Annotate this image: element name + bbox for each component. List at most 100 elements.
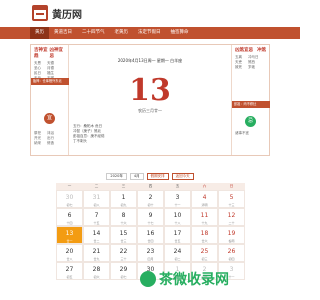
calendar-controls: 2020年 4月 假期安排 返回今天 [30, 172, 270, 180]
lunar-day: 初八 [93, 203, 100, 207]
calendar-day[interactable]: 25 初三 [191, 244, 218, 262]
nav-item-huangli[interactable]: 黄历 [30, 27, 49, 39]
calendar-day[interactable]: 31 初八 [83, 190, 110, 208]
day-number: 2 [148, 194, 153, 201]
lunar-day: 十一 [174, 203, 181, 207]
day-number: 15 [119, 230, 128, 237]
lunar-day: 初三 [201, 257, 208, 261]
calendar-day[interactable]: 16 廿四 [137, 226, 164, 244]
watermark-logo-icon [140, 271, 156, 287]
ji-title: 凶神宜忌 [49, 48, 64, 59]
lunar-day: 三十 [120, 257, 127, 261]
holiday-button[interactable]: 假期安排 [146, 172, 169, 180]
calendar-day[interactable]: 5 十三 [218, 190, 245, 208]
logo[interactable]: 黄历网 [32, 4, 82, 22]
calendar-day[interactable]: 11 十九 [191, 208, 218, 226]
calendar-day[interactable]: 22 三十 [110, 244, 137, 262]
calendar-day[interactable]: 23 四月 [137, 244, 164, 262]
nav-item-holidays[interactable]: 法定节假日 [133, 27, 166, 39]
taishen-band: 胎神：仓库栖外东北 [31, 78, 69, 85]
chong-title: 冲煞 [257, 48, 266, 53]
calendar-day[interactable]: 28 初六 [83, 262, 110, 280]
weekday-label: 二 [94, 184, 99, 188]
calendar-day[interactable]: 7 十五 [83, 208, 110, 226]
calendar-day[interactable]: 20 廿八 [56, 244, 83, 262]
calendar-day[interactable]: 21 廿九 [83, 244, 110, 262]
nav-item-jiri[interactable]: 黄道吉日 [49, 27, 77, 39]
bad-god: 致死 [235, 65, 242, 69]
day-number: 16 [146, 230, 155, 237]
page: 黄历网 黄历 黄道吉日 二十四节气 老黄历 法定节假日 抽签算命 吉神宜趋 凶神… [0, 0, 300, 300]
pengzu-band: 彭祖：丙不修灶 [232, 101, 270, 108]
today-button[interactable]: 返回今天 [171, 172, 194, 180]
nav-item-laohuangli[interactable]: 老黄历 [110, 27, 134, 39]
day-number: 17 [173, 230, 182, 237]
day-number: 11 [200, 212, 209, 219]
calendar-day[interactable]: 4 清明 [191, 190, 218, 208]
day-number: 14 [92, 230, 101, 237]
lunar-day: 初七 [120, 275, 127, 279]
calendar-day[interactable]: 9 十七 [137, 208, 164, 226]
calendar-day[interactable]: 17 廿五 [164, 226, 191, 244]
calendar-day[interactable]: 15 廿三 [110, 226, 137, 244]
calendar-day[interactable]: 2 初十 [137, 190, 164, 208]
bad-god: 岁破 [248, 65, 255, 69]
lunar-day: 初七 [66, 203, 73, 207]
lunar-day: 初十 [147, 203, 154, 207]
almanac-panel: 吉神宜趋 凶神宜忌 天恩 圣心 民日 天马 天德 月德 福生 玉堂 胎神：仓库栖… [30, 44, 270, 156]
calendar-day[interactable]: 8 十六 [110, 208, 137, 226]
lunar-day: 十九 [201, 221, 208, 225]
yi-seal: 宜 [44, 113, 55, 124]
day-number: 22 [119, 248, 128, 255]
day-number: 30 [65, 194, 74, 201]
lunar-date: 农历三月廿一 [138, 108, 162, 113]
calendar-day[interactable]: 12 二十 [218, 208, 245, 226]
weekday-label: 四 [148, 184, 153, 188]
lunar-day: 廿二 [93, 239, 100, 243]
lunar-day: 四月 [147, 257, 154, 261]
month-select[interactable]: 4月 [129, 172, 144, 180]
calendar-day[interactable]: 10 十八 [164, 208, 191, 226]
day-number: 18 [200, 230, 209, 237]
calendar-day[interactable]: 19 谷雨 [218, 226, 245, 244]
day-number: 28 [92, 266, 101, 273]
calendar-day[interactable]: 3 十一 [164, 190, 191, 208]
day-number: 5 [229, 194, 234, 201]
calendar-day[interactable]: 1 初九 [110, 190, 137, 208]
nav-item-jieqi[interactable]: 二十四节气 [77, 27, 110, 39]
right-panel: 凶煞宜忌 冲煞 五离 天吏 致死 冲马日 煞西 岁破 彭祖：丙不修灶 忌 诸事不… [231, 45, 270, 155]
lunar-day: 廿六 [201, 239, 208, 243]
day-number: 29 [119, 266, 128, 273]
day-number: 19 [227, 230, 236, 237]
brand-name: 黄历网 [52, 9, 82, 21]
lunar-day: 廿八 [66, 257, 73, 261]
weekday-label: 五 [175, 184, 180, 188]
weekday-label: 日 [229, 184, 234, 188]
calendar-day[interactable]: 24 初二 [164, 244, 191, 262]
calendar-day[interactable]: 6 十四 [56, 208, 83, 226]
nav-item-fortune[interactable]: 抽签算命 [166, 27, 194, 39]
lunar-day: 初五 [66, 275, 73, 279]
weekday-label: 三 [121, 184, 126, 188]
calendar-day[interactable]: 14 廿二 [83, 226, 110, 244]
day-number: 1 [121, 194, 126, 201]
day-number: 6 [67, 212, 72, 219]
main-nav: 黄历 黄道吉日 二十四节气 老黄历 法定节假日 抽签算命 [0, 27, 300, 39]
calendar-day[interactable]: 29 初七 [110, 262, 137, 280]
month-calendar: 一 二 三 四 五 六 日 30 初七 31 初八 1 初九 2 初十 3 十一 4 清明 5 十三 6 十四… [56, 183, 245, 280]
weekday-label: 一 [67, 184, 72, 188]
calendar-day[interactable]: 26 初四 [218, 244, 245, 262]
lunar-day: 廿三 [120, 239, 127, 243]
calendar-day[interactable]: 27 初五 [56, 262, 83, 280]
xiong-title: 凶煞宜忌 [235, 48, 253, 53]
day-number: 31 [92, 194, 101, 201]
day-number: 21 [92, 248, 101, 255]
year-select[interactable]: 2020年 [106, 172, 127, 180]
lunar-day: 二十 [228, 221, 235, 225]
calendar-day-today[interactable]: 13 廿一 [56, 226, 83, 244]
calendar-day[interactable]: 18 廿六 [191, 226, 218, 244]
lunar-day: 初四 [228, 257, 235, 261]
calendar-day[interactable]: 30 初七 [56, 190, 83, 208]
day-number: 26 [227, 248, 236, 255]
day-number: 27 [65, 266, 74, 273]
